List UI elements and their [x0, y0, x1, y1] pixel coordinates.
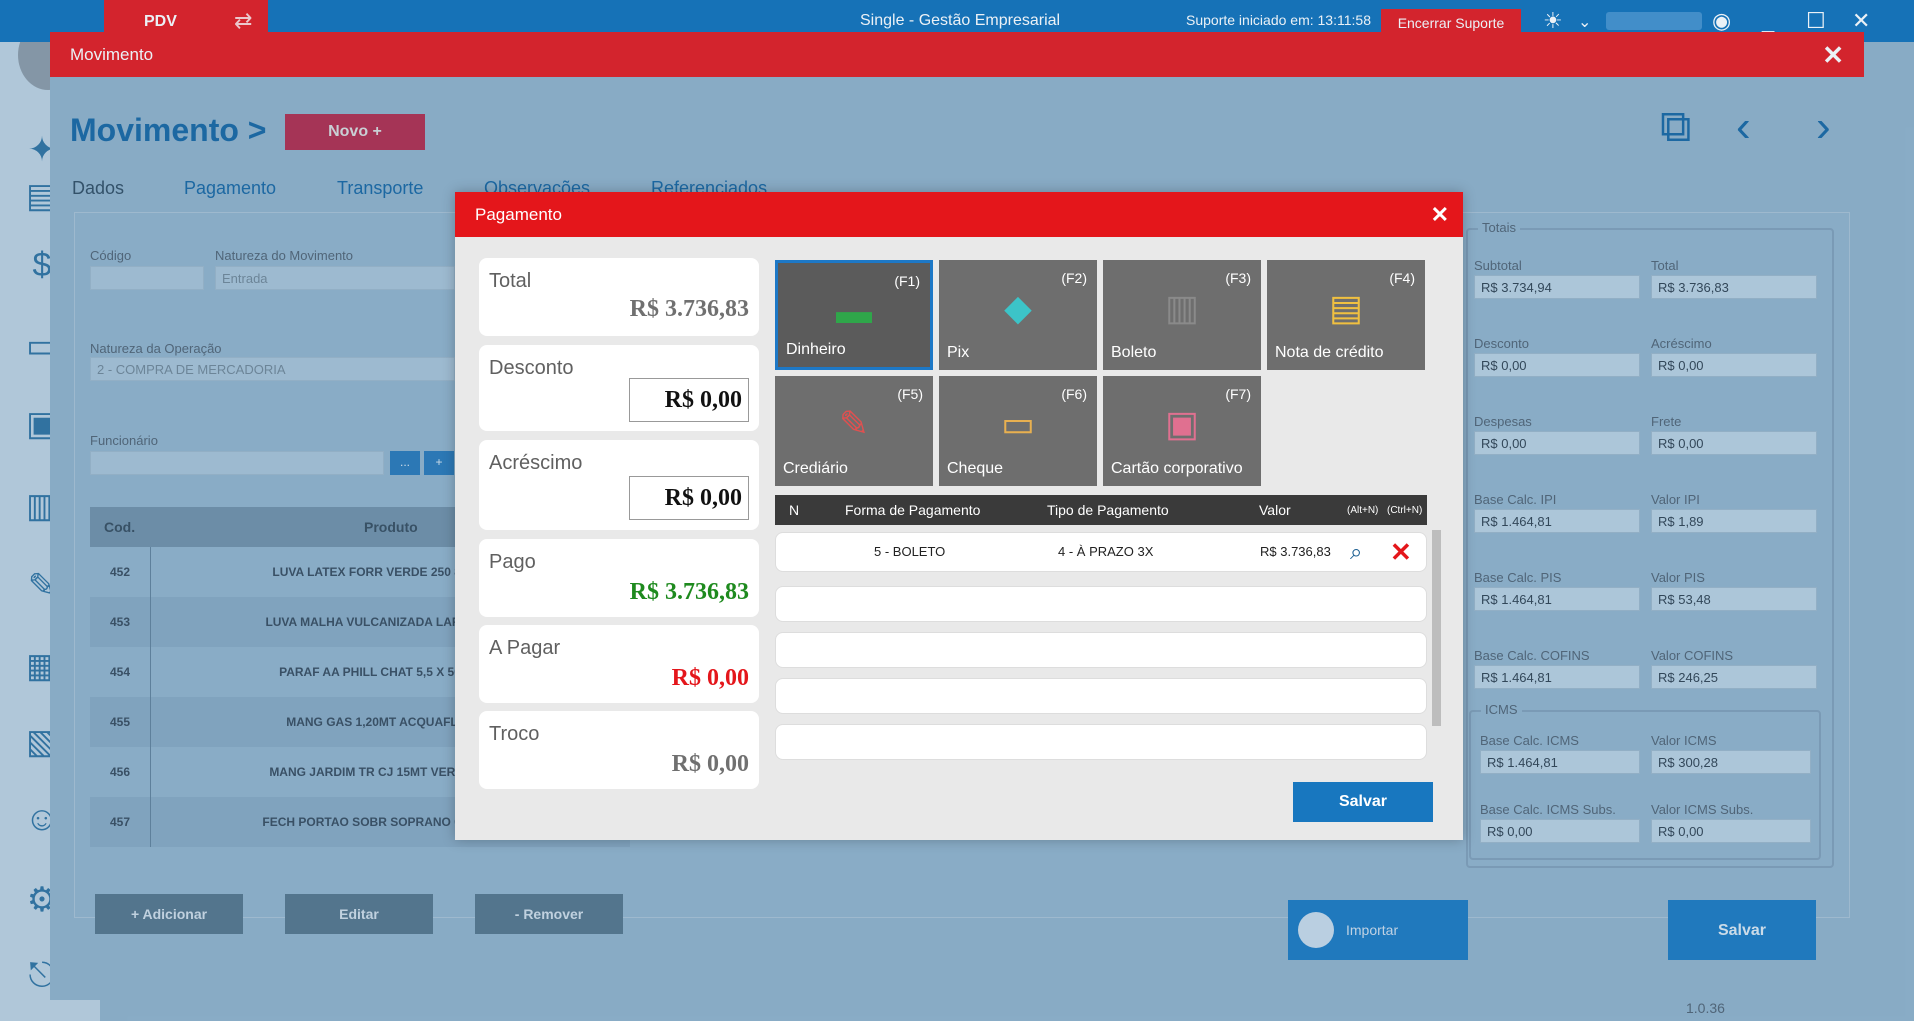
method-name: Cartão corporativo [1111, 460, 1243, 477]
summary-total-value: R$ 3.736,83 [629, 296, 749, 322]
summary-paid-label: Pago [489, 551, 536, 573]
surcharge-input[interactable]: R$ 0,00 [629, 476, 749, 520]
row-valor: R$ 3.736,83 [1260, 544, 1331, 559]
method-key: (F6) [1061, 386, 1087, 402]
delete-icon[interactable]: ✕ [1390, 537, 1412, 568]
pix-icon: ◆ [1004, 287, 1032, 328]
col-n: N [789, 502, 800, 518]
method-boleto[interactable]: (F3) ▥ Boleto [1103, 260, 1261, 370]
payments-scrollbar[interactable] [1432, 530, 1441, 726]
payment-header: Pagamento [455, 192, 1463, 237]
view-details-icon[interactable]: ⌕ [1350, 539, 1362, 565]
summary-surcharge-label: Acréscimo [489, 452, 583, 474]
summary-change-value: R$ 0,00 [671, 751, 749, 777]
method-cheque[interactable]: (F6) ▭ Cheque [939, 376, 1097, 486]
payments-table-header: N Forma de Pagamento Tipo de Pagamento V… [775, 495, 1427, 525]
method-key: (F5) [897, 386, 923, 402]
row-tipo: 4 - À PRAZO 3X [1058, 544, 1154, 559]
payment-row-empty [775, 632, 1427, 668]
method-nota-credito[interactable]: (F4) ▤ Nota de crédito [1267, 260, 1425, 370]
method-name: Pix [947, 344, 970, 361]
method-name: Cheque [947, 460, 1004, 477]
col-forma: Forma de Pagamento [845, 502, 981, 518]
method-name: Boleto [1111, 344, 1157, 361]
payment-row[interactable]: 5 - BOLETO 4 - À PRAZO 3X R$ 3.736,83 ⌕ … [775, 532, 1427, 572]
summary-discount-label: Desconto [489, 357, 574, 379]
method-name: Nota de crédito [1275, 344, 1384, 361]
method-key: (F1) [894, 273, 920, 289]
summary-change-card: Troco R$ 0,00 [479, 711, 759, 789]
method-pix[interactable]: (F2) ◆ Pix [939, 260, 1097, 370]
cheque-icon: ▭ [1000, 403, 1035, 444]
payment-title: Pagamento [475, 205, 562, 224]
payment-modal: Pagamento ✕ Total R$ 3.736,83 Desconto R… [455, 192, 1463, 840]
payment-close-icon[interactable]: ✕ [1431, 202, 1449, 228]
summary-total-card: Total R$ 3.736,83 [479, 258, 759, 336]
method-key: (F7) [1225, 386, 1251, 402]
summary-surcharge-card: Acréscimo R$ 0,00 [479, 440, 759, 530]
method-dinheiro[interactable]: (F1) ▬ Dinheiro [775, 260, 933, 370]
summary-due-card: A Pagar R$ 0,00 [479, 625, 759, 703]
method-key: (F2) [1061, 270, 1087, 286]
col-alt-n: (Alt+N) [1347, 505, 1379, 516]
method-name: Dinheiro [786, 341, 846, 358]
col-ctrl-n: (Ctrl+N) [1387, 505, 1423, 516]
installment-icon: ✎ [838, 403, 870, 444]
summary-due-label: A Pagar [489, 637, 561, 659]
wallet-icon: ▣ [1164, 403, 1199, 444]
method-key: (F3) [1225, 270, 1251, 286]
method-name: Crediário [783, 460, 848, 477]
method-key: (F4) [1389, 270, 1415, 286]
method-crediario[interactable]: (F5) ✎ Crediário [775, 376, 933, 486]
col-tipo: Tipo de Pagamento [1047, 502, 1169, 518]
payment-row-empty [775, 724, 1427, 760]
summary-paid-card: Pago R$ 3.736,83 [479, 539, 759, 617]
payment-row-empty [775, 678, 1427, 714]
summary-change-label: Troco [489, 723, 540, 745]
summary-discount-card: Desconto R$ 0,00 [479, 345, 759, 431]
payment-save-button[interactable]: Salvar [1293, 782, 1433, 822]
cash-icon: ▬ [836, 290, 872, 331]
row-forma: 5 - BOLETO [874, 544, 946, 559]
summary-paid-value: R$ 3.736,83 [629, 579, 749, 605]
discount-input[interactable]: R$ 0,00 [629, 378, 749, 422]
method-cartao-corporativo[interactable]: (F7) ▣ Cartão corporativo [1103, 376, 1261, 486]
col-valor: Valor [1259, 502, 1291, 518]
credit-note-icon: ▤ [1328, 287, 1363, 328]
summary-total-label: Total [489, 270, 532, 292]
barcode-icon: ▥ [1164, 287, 1199, 328]
payment-row-empty [775, 586, 1427, 622]
summary-due-value: R$ 0,00 [671, 665, 749, 691]
